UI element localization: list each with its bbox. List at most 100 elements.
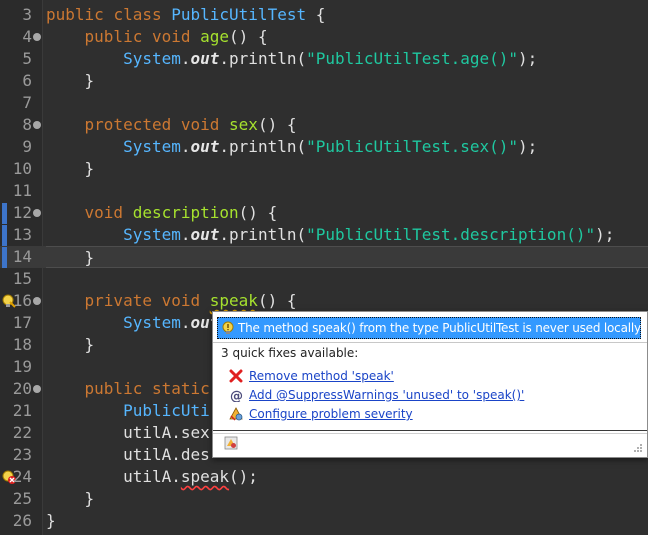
code-token: ); xyxy=(518,49,538,68)
code-token: out xyxy=(190,225,220,244)
code-text[interactable]: } xyxy=(46,246,648,268)
code-text[interactable]: public class PublicUtilTest { xyxy=(46,4,648,26)
line-number: 22 xyxy=(12,423,32,442)
code-token: ); xyxy=(518,137,538,156)
code-text[interactable]: System.out.println("PublicUtilTest.sex()… xyxy=(46,136,648,158)
code-line[interactable]: 5 System.out.println("PublicUtilTest.age… xyxy=(0,48,648,70)
code-line[interactable]: 11 xyxy=(0,180,648,202)
code-token: System xyxy=(46,313,181,332)
code-line[interactable]: 4 public void age() { xyxy=(0,26,648,48)
code-text[interactable]: protected void sex() { xyxy=(46,114,648,136)
line-number: 8 xyxy=(22,115,32,134)
line-number: 20 xyxy=(12,379,32,398)
code-token: System xyxy=(46,49,181,68)
line-number: 9 xyxy=(22,137,32,156)
code-text[interactable]: System.out.println("PublicUtilTest.age()… xyxy=(46,48,648,70)
quick-fix-label[interactable]: Add @SuppressWarnings 'unused' to 'speak… xyxy=(249,386,524,404)
fold-toggle-icon[interactable] xyxy=(33,121,41,129)
code-line[interactable]: 16 private void speak() { xyxy=(0,290,648,312)
code-text[interactable]: private void speak() { xyxy=(46,290,648,312)
code-text[interactable] xyxy=(46,268,648,290)
line-number: 18 xyxy=(12,335,32,354)
code-token: void xyxy=(161,291,210,310)
line-number: 19 xyxy=(12,357,32,376)
code-text[interactable]: void description() { xyxy=(46,202,648,224)
line-number: 24 xyxy=(12,467,32,486)
code-token: . xyxy=(180,49,191,68)
code-token: "PublicUtilTest.sex()" xyxy=(306,137,519,156)
code-token: .println( xyxy=(219,137,307,156)
code-token: utilA.sex xyxy=(46,423,210,442)
code-token: age xyxy=(200,27,230,46)
quick-fix-label[interactable]: Configure problem severity xyxy=(249,405,413,423)
code-token: private xyxy=(46,291,162,310)
code-token: void xyxy=(46,203,133,222)
resize-grip-icon[interactable] xyxy=(633,443,643,453)
line-number: 3 xyxy=(22,5,32,24)
code-token: PublicUti xyxy=(46,401,210,420)
code-line[interactable]: 26} xyxy=(0,510,648,532)
code-text[interactable]: } xyxy=(46,488,648,510)
svg-text:@: @ xyxy=(230,389,243,402)
line-number: 4 xyxy=(22,27,32,46)
code-text[interactable]: } xyxy=(46,70,648,92)
code-line[interactable]: 6 } xyxy=(0,70,648,92)
code-token: ); xyxy=(595,225,615,244)
code-text[interactable] xyxy=(46,180,648,202)
code-text[interactable] xyxy=(46,92,648,114)
code-line[interactable]: 13 System.out.println("PublicUtilTest.de… xyxy=(0,224,648,246)
code-token: () { xyxy=(257,115,297,134)
fold-toggle-icon[interactable] xyxy=(33,209,41,217)
code-token: . xyxy=(180,313,191,332)
code-token: description xyxy=(132,203,239,222)
line-number: 5 xyxy=(22,49,32,68)
code-line[interactable]: 9 System.out.println("PublicUtilTest.sex… xyxy=(0,136,648,158)
code-line[interactable]: 10 } xyxy=(0,158,648,180)
code-token: PublicUtilTest xyxy=(171,5,307,24)
code-token: System xyxy=(46,225,181,244)
quick-fix-count: 3 quick fixes available: xyxy=(221,346,359,360)
line-number: 12 xyxy=(12,203,32,222)
code-token: () { xyxy=(257,291,297,310)
fold-toggle-icon[interactable] xyxy=(33,33,41,41)
line-number: 6 xyxy=(22,71,32,90)
line-number: 10 xyxy=(12,159,32,178)
line-number: 13 xyxy=(12,225,32,244)
code-token: void xyxy=(151,27,201,46)
line-number: 23 xyxy=(12,445,32,464)
line-number: 21 xyxy=(12,401,32,420)
problem-description-text: The method speak() from the type PublicU… xyxy=(238,321,641,335)
preferences-icon[interactable] xyxy=(224,436,238,450)
code-token: public xyxy=(46,27,152,46)
code-line[interactable]: 15 xyxy=(0,268,648,290)
annotation-icon: @ xyxy=(230,389,243,402)
code-line[interactable]: 14 } xyxy=(0,246,648,268)
code-line[interactable]: 7 xyxy=(0,92,648,114)
code-token: } xyxy=(46,511,56,530)
line-number: 16 xyxy=(12,291,32,310)
problem-description[interactable]: The method speak() from the type PublicU… xyxy=(217,317,641,339)
code-line[interactable]: 25 } xyxy=(0,488,648,510)
code-token: public xyxy=(46,379,152,398)
code-line[interactable]: 24 utilA.speak(); xyxy=(0,466,648,488)
fold-toggle-icon[interactable] xyxy=(33,297,41,305)
line-number: 25 xyxy=(12,489,32,508)
code-token: (); xyxy=(229,467,258,486)
line-number: 7 xyxy=(22,93,32,112)
code-text[interactable]: System.out.println("PublicUtilTest.descr… xyxy=(46,224,648,246)
code-token: static xyxy=(151,379,210,398)
code-text[interactable]: public void age() { xyxy=(46,26,648,48)
fold-toggle-icon[interactable] xyxy=(33,385,41,393)
code-line[interactable]: 12 void description() { xyxy=(0,202,648,224)
code-text[interactable]: } xyxy=(46,158,648,180)
code-line[interactable]: 3 public class PublicUtilTest { xyxy=(0,4,648,26)
code-token: "PublicUtilTest.age()" xyxy=(306,49,519,68)
code-line[interactable]: 8 protected void sex() { xyxy=(0,114,648,136)
code-text[interactable]: utilA.speak(); xyxy=(46,466,648,488)
code-token: . xyxy=(180,137,191,156)
quick-fix-popup[interactable]: The method speak() from the type PublicU… xyxy=(212,311,648,458)
code-text[interactable]: } xyxy=(46,510,648,532)
quick-fix-label[interactable]: Remove method 'speak' xyxy=(249,367,394,385)
warning-lightbulb-icon xyxy=(222,321,234,334)
code-token: class xyxy=(113,5,172,24)
